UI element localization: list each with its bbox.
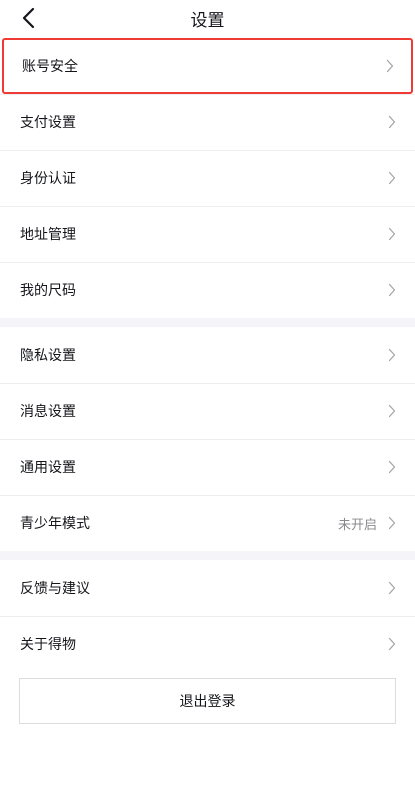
settings-item-size[interactable]: 我的尺码 (0, 262, 415, 318)
chevron-right-icon (387, 580, 397, 596)
settings-item-label: 支付设置 (20, 115, 76, 131)
chevron-right-icon (387, 114, 397, 130)
chevron-left-icon (22, 7, 35, 29)
settings-item-teen-mode[interactable]: 青少年模式 未开启 (0, 495, 415, 551)
settings-item-label: 我的尺码 (20, 283, 76, 299)
chevron-right-icon (387, 403, 397, 419)
logout-container: 退出登录 (0, 672, 415, 724)
settings-item-account-security[interactable]: 账号安全 (2, 38, 413, 94)
teen-mode-status: 未开启 (337, 517, 377, 533)
group-divider (0, 551, 415, 560)
settings-item-notifications[interactable]: 消息设置 (0, 383, 415, 439)
settings-item-label: 身份认证 (20, 171, 76, 187)
settings-group-about: 反馈与建议 关于得物 (0, 560, 415, 672)
settings-item-payment[interactable]: 支付设置 (0, 94, 415, 150)
settings-item-privacy[interactable]: 隐私设置 (0, 327, 415, 383)
chevron-right-icon (387, 282, 397, 298)
settings-item-label: 地址管理 (20, 227, 76, 243)
settings-group-account: 账号安全 支付设置 身份认证 地址管理 我的尺码 (0, 38, 415, 318)
settings-item-address[interactable]: 地址管理 (0, 206, 415, 262)
nav-bar: 设置 (0, 0, 415, 36)
settings-item-feedback[interactable]: 反馈与建议 (0, 560, 415, 616)
logout-button[interactable]: 退出登录 (19, 678, 396, 724)
settings-item-about[interactable]: 关于得物 (0, 616, 415, 672)
chevron-right-icon (387, 515, 397, 531)
settings-item-identity[interactable]: 身份认证 (0, 150, 415, 206)
settings-item-label: 通用设置 (20, 460, 76, 476)
settings-item-label: 关于得物 (20, 637, 76, 653)
settings-item-label: 消息设置 (20, 404, 76, 420)
group-divider (0, 318, 415, 327)
settings-item-label: 反馈与建议 (20, 581, 90, 597)
settings-item-label: 账号安全 (22, 59, 78, 75)
chevron-right-icon (387, 226, 397, 242)
settings-item-label: 隐私设置 (20, 348, 76, 364)
chevron-right-icon (387, 636, 397, 652)
chevron-right-icon (387, 347, 397, 363)
page-title: 设置 (190, 10, 225, 31)
chevron-right-icon (385, 58, 395, 74)
chevron-right-icon (387, 170, 397, 186)
back-button[interactable] (14, 4, 42, 32)
chevron-right-icon (387, 459, 397, 475)
settings-item-label: 青少年模式 (20, 516, 90, 532)
settings-item-general[interactable]: 通用设置 (0, 439, 415, 495)
settings-group-general: 隐私设置 消息设置 通用设置 青少年模式 未开启 (0, 327, 415, 551)
